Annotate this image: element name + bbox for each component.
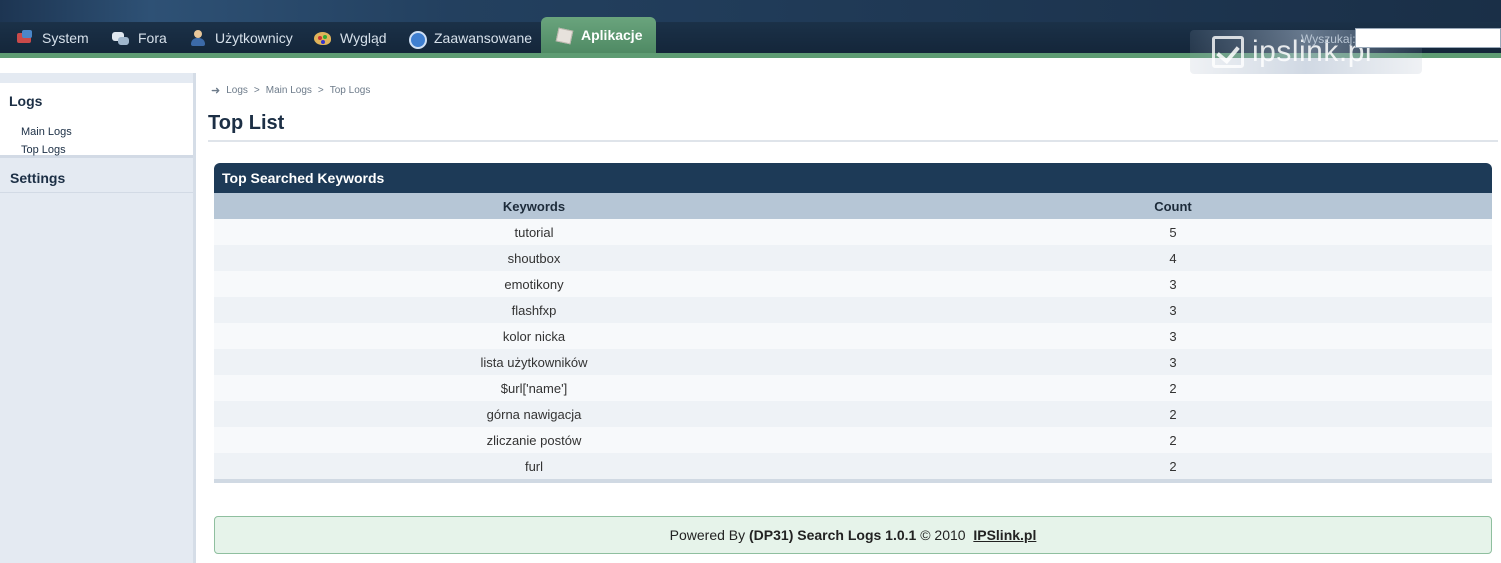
search-label: Wyszukaj: [1301, 32, 1356, 46]
breadcrumb-logs[interactable]: Logs [226, 85, 248, 96]
keyword-cell: zliczanie postów [214, 427, 854, 453]
sidebar-heading-settings: Settings [10, 170, 66, 186]
keyword-cell: kolor nicka [214, 323, 854, 349]
table-row: kolor nicka 3 [214, 323, 1492, 349]
table-row: tutorial 5 [214, 219, 1492, 245]
tab-label: Wygląd [340, 29, 387, 46]
keyword-cell: flashfxp [214, 297, 854, 323]
table-row: emotikony 3 [214, 271, 1492, 297]
table-row: flashfxp 3 [214, 297, 1492, 323]
keyword-cell: górna nawigacja [214, 401, 854, 427]
keywords-table: Keywords Count tutorial 5 shoutbox 4 emo… [214, 193, 1492, 479]
footer-link[interactable]: IPSlink.pl [973, 527, 1036, 543]
sidebar-section-settings[interactable]: Settings [0, 161, 193, 193]
forums-icon [112, 30, 130, 46]
table-row: shoutbox 4 [214, 245, 1492, 271]
tab-look[interactable]: Wygląd [314, 22, 387, 53]
table-row: furl 2 [214, 453, 1492, 479]
system-icon [16, 29, 34, 46]
tab-fora[interactable]: Fora [112, 22, 167, 53]
column-header-keywords: Keywords [214, 193, 854, 219]
footer-copyright: © 2010 [920, 527, 966, 543]
breadcrumb-top-logs[interactable]: Top Logs [330, 85, 371, 96]
tab-label: Zaawansowane [434, 29, 533, 46]
apps-icon [555, 27, 573, 43]
table-title: Top Searched Keywords [214, 163, 1492, 193]
table-row: zliczanie postów 2 [214, 427, 1492, 453]
sidebar-item-top-logs[interactable]: Top Logs [21, 144, 66, 156]
breadcrumb-main-logs[interactable]: Main Logs [266, 85, 312, 96]
count-cell: 2 [854, 401, 1492, 427]
keyword-cell: tutorial [214, 219, 854, 245]
keyword-cell: $url['name'] [214, 375, 854, 401]
count-cell: 2 [854, 453, 1492, 479]
breadcrumb-separator: > [253, 85, 260, 96]
footer-product: (DP31) Search Logs 1.0.1 [749, 527, 917, 543]
tab-apps[interactable]: Aplikacje [541, 17, 657, 53]
tab-label: Użytkownicy [215, 29, 293, 46]
tab-advanced[interactable]: Zaawansowane [408, 22, 532, 53]
breadcrumb: ➜ Logs > Main Logs > Top Logs [211, 84, 370, 97]
keyword-cell: shoutbox [214, 245, 854, 271]
arrow-right-icon: ➜ [211, 85, 221, 97]
title-divider [208, 140, 1498, 142]
advanced-icon [408, 30, 427, 49]
count-cell: 2 [854, 427, 1492, 453]
table-footer-bar [214, 479, 1492, 483]
users-icon [189, 29, 207, 46]
sidebar-section-logs: Logs Main Logs Top Logs [0, 83, 193, 158]
footer-prefix: Powered By [669, 527, 746, 543]
count-cell: 2 [854, 375, 1492, 401]
sidebar-divider [193, 73, 196, 563]
table-row: lista użytkowników 3 [214, 349, 1492, 375]
column-header-count: Count [854, 193, 1492, 219]
tab-label: Aplikacje [581, 27, 643, 43]
tab-label: Fora [138, 29, 167, 46]
count-cell: 5 [854, 219, 1492, 245]
keyword-cell: lista użytkowników [214, 349, 854, 375]
sidebar-heading-logs: Logs [9, 93, 43, 109]
top-banner [0, 0, 1501, 22]
tab-users[interactable]: Użytkownicy [189, 22, 293, 53]
palette-icon [314, 30, 332, 46]
table-row: górna nawigacja 2 [214, 401, 1492, 427]
footer-credits: Powered By (DP31) Search Logs 1.0.1 © 20… [214, 516, 1492, 554]
count-cell: 3 [854, 349, 1492, 375]
keywords-table-panel: Top Searched Keywords Keywords Count tut… [214, 163, 1492, 483]
sidebar-item-main-logs[interactable]: Main Logs [21, 126, 72, 138]
table-header-row: Keywords Count [214, 193, 1492, 219]
count-cell: 3 [854, 271, 1492, 297]
table-row: $url['name'] 2 [214, 375, 1492, 401]
sidebar: Logs Main Logs Top Logs Settings [0, 73, 193, 563]
count-cell: 4 [854, 245, 1492, 271]
keyword-cell: furl [214, 453, 854, 479]
count-cell: 3 [854, 323, 1492, 349]
keyword-cell: emotikony [214, 271, 854, 297]
search-input[interactable] [1355, 28, 1501, 48]
checkmark-logo-icon [1212, 36, 1244, 68]
page-title: Top List [208, 112, 285, 134]
tab-system[interactable]: System [16, 22, 89, 53]
breadcrumb-separator: > [317, 85, 324, 96]
tab-label: System [42, 29, 89, 46]
count-cell: 3 [854, 297, 1492, 323]
